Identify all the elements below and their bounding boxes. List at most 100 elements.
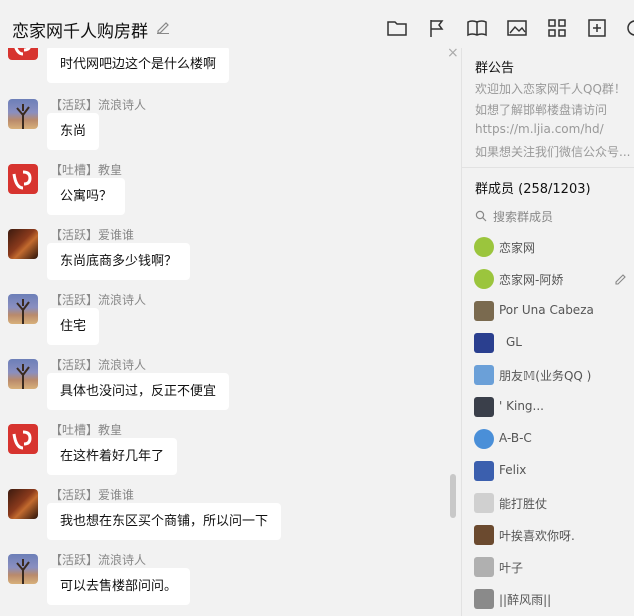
group-title: 恋家网千人购房群 bbox=[12, 22, 148, 42]
message-bubble[interactable]: 我也想在东区买个商铺，所以问一下 bbox=[47, 503, 282, 540]
member-name: GL bbox=[506, 335, 522, 349]
notice-title[interactable]: 群公告 bbox=[475, 57, 514, 76]
member-item[interactable]: 恋家网 bbox=[462, 235, 634, 259]
avatar[interactable] bbox=[8, 164, 38, 194]
member-nickname[interactable]: 爱谁谁 bbox=[98, 228, 134, 242]
message-list[interactable]: 时代网吧边这个是什么楼啊 【活跃】流浪诗人 东尚 【吐槽】教皇 公寓吗？ 【活跃… bbox=[0, 48, 462, 616]
flag-icon[interactable] bbox=[426, 17, 448, 39]
member-name: 叶子 bbox=[499, 561, 524, 575]
chat-scrollbar[interactable] bbox=[450, 474, 456, 518]
member-item[interactable]: 恋家网-阿娇 bbox=[462, 267, 634, 291]
member-item[interactable]: A-B-C bbox=[462, 427, 634, 451]
member-avatar[interactable] bbox=[474, 397, 494, 417]
search-input[interactable]: 搜索群成员 bbox=[493, 210, 553, 224]
member-nickname[interactable]: 教皇 bbox=[98, 163, 122, 177]
member-role-tag: 【活跃】 bbox=[50, 488, 99, 502]
member-avatar[interactable] bbox=[474, 429, 494, 449]
member-role-tag: 【吐槽】 bbox=[50, 423, 99, 437]
divider bbox=[462, 167, 634, 168]
member-role-tag: 【活跃】 bbox=[50, 293, 99, 307]
member-nickname[interactable]: 流浪诗人 bbox=[98, 553, 146, 567]
member-item[interactable]: Felix bbox=[462, 459, 634, 483]
title-bar: 恋家网千人购房群 bbox=[0, 0, 634, 48]
avatar[interactable] bbox=[8, 99, 38, 129]
member-avatar[interactable] bbox=[474, 461, 494, 481]
member-name: 叶挨喜欢你呀. bbox=[499, 529, 575, 543]
member-item[interactable]: 叶挨喜欢你呀. bbox=[462, 523, 634, 547]
member-avatar[interactable] bbox=[474, 589, 494, 609]
member-name: Felix bbox=[499, 463, 527, 477]
member-avatar[interactable] bbox=[474, 237, 494, 257]
message-sender: 【活跃】流浪诗人 bbox=[50, 356, 146, 373]
member-name: A-B-C bbox=[499, 431, 532, 445]
apps-icon[interactable] bbox=[546, 17, 568, 39]
avatar[interactable] bbox=[8, 48, 38, 60]
message-bubble[interactable]: 具体也没问过，反正不便宜 bbox=[47, 373, 230, 410]
member-role-tag: 【活跃】 bbox=[50, 358, 99, 372]
message-bubble[interactable]: 住宅 bbox=[47, 308, 100, 345]
member-item[interactable]: GL bbox=[462, 331, 634, 355]
notice-line[interactable]: 如想了解邯郸楼盘请访问 bbox=[475, 101, 607, 118]
message-bubble[interactable]: 东尚底商多少钱啊？ bbox=[47, 243, 191, 280]
message-sender: 【活跃】流浪诗人 bbox=[50, 96, 146, 113]
member-item[interactable]: ' King... bbox=[462, 395, 634, 419]
member-name: ||醉风雨|| bbox=[499, 593, 552, 607]
member-name: 恋家网 bbox=[499, 241, 536, 255]
add-icon[interactable] bbox=[586, 17, 608, 39]
book-icon[interactable] bbox=[466, 17, 488, 39]
member-item[interactable]: 能打胜仗 bbox=[462, 491, 634, 515]
close-icon[interactable]: × bbox=[447, 46, 459, 60]
message-bubble[interactable]: 在这杵着好几年了 bbox=[47, 438, 178, 475]
folder-icon[interactable] bbox=[386, 17, 408, 39]
avatar[interactable] bbox=[8, 554, 38, 584]
member-role-tag: 【活跃】 bbox=[50, 553, 99, 567]
members-title: 群成员 (258/1203) bbox=[475, 182, 591, 197]
member-avatar[interactable] bbox=[474, 333, 494, 353]
avatar[interactable] bbox=[8, 424, 38, 454]
avatar[interactable] bbox=[8, 294, 38, 324]
gear-icon[interactable] bbox=[624, 17, 634, 39]
member-item[interactable]: Por Una Cabeza bbox=[462, 299, 634, 323]
edit-icon[interactable] bbox=[614, 272, 627, 285]
member-nickname[interactable]: 教皇 bbox=[98, 423, 122, 437]
member-role-tag: 【活跃】 bbox=[50, 228, 99, 242]
message-sender: 【活跃】爱谁谁 bbox=[50, 226, 134, 243]
member-nickname[interactable]: 流浪诗人 bbox=[98, 293, 146, 307]
member-search[interactable]: 搜索群成员 bbox=[475, 208, 553, 225]
group-sidebar: 群公告 欢迎加入恋家网千人QQ群！ 如想了解邯郸楼盘请访问 https://m.… bbox=[462, 48, 634, 616]
avatar[interactable] bbox=[8, 359, 38, 389]
member-item[interactable]: 叶子 bbox=[462, 555, 634, 579]
message-sender: 【吐槽】教皇 bbox=[50, 421, 122, 438]
member-name: 能打胜仗 bbox=[499, 497, 548, 511]
avatar[interactable] bbox=[8, 229, 38, 259]
member-nickname[interactable]: 流浪诗人 bbox=[98, 358, 146, 372]
message-bubble[interactable]: 东尚 bbox=[47, 113, 100, 150]
member-nickname[interactable]: 爱谁谁 bbox=[98, 488, 134, 502]
member-avatar[interactable] bbox=[474, 365, 494, 385]
member-name: 朋友𝕄(业务QQ ) bbox=[499, 369, 592, 383]
member-avatar[interactable] bbox=[474, 269, 494, 289]
message-bubble[interactable]: 公寓吗？ bbox=[47, 178, 126, 215]
notice-line[interactable]: 如果想关注我们微信公众号... bbox=[475, 143, 630, 160]
notice-line[interactable]: https://m.ljia.com/hd/ bbox=[475, 122, 604, 136]
message-bubble[interactable]: 时代网吧边这个是什么楼啊 bbox=[47, 48, 230, 83]
message-sender: 【活跃】流浪诗人 bbox=[50, 291, 146, 308]
member-item[interactable]: 朋友𝕄(业务QQ ) bbox=[462, 363, 634, 387]
member-role-tag: 【活跃】 bbox=[50, 98, 99, 112]
search-icon bbox=[475, 210, 487, 222]
notice-line[interactable]: 欢迎加入恋家网千人QQ群！ bbox=[475, 80, 626, 97]
image-icon[interactable] bbox=[506, 17, 528, 39]
member-avatar[interactable] bbox=[474, 493, 494, 513]
avatar[interactable] bbox=[8, 489, 38, 519]
message-bubble[interactable]: 可以去售楼部问问。 bbox=[47, 568, 191, 605]
member-avatar[interactable] bbox=[474, 525, 494, 545]
member-role-tag: 【吐槽】 bbox=[50, 163, 99, 177]
member-name: ' King... bbox=[499, 399, 544, 413]
chat-window: 恋家网千人购房群 时代网吧边这个是什么楼啊 【活跃】流浪诗人 东尚 【吐槽】教皇… bbox=[0, 0, 634, 616]
member-item[interactable]: ||醉风雨|| bbox=[462, 587, 634, 611]
member-avatar[interactable] bbox=[474, 557, 494, 577]
edit-title-icon[interactable] bbox=[156, 20, 170, 34]
member-avatar[interactable] bbox=[474, 301, 494, 321]
member-nickname[interactable]: 流浪诗人 bbox=[98, 98, 146, 112]
message-sender: 【活跃】流浪诗人 bbox=[50, 551, 146, 568]
